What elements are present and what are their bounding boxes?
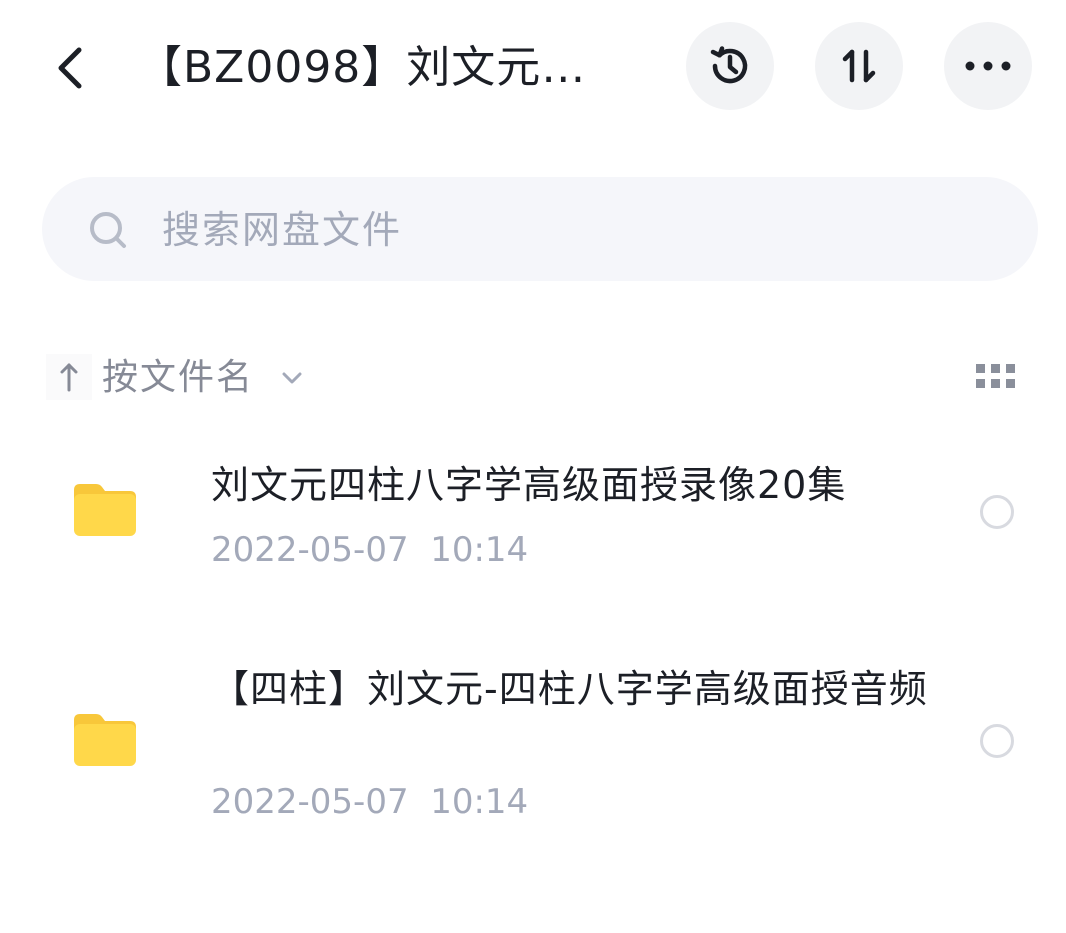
select-checkbox[interactable] (980, 724, 1014, 758)
sort-direction-button[interactable] (46, 354, 92, 400)
select-checkbox[interactable] (980, 495, 1014, 529)
list-item[interactable]: 【四柱】刘文元-四柱八字学高级面授音频 2022-05-07 10:14 (0, 650, 1066, 850)
file-date: 2022-05-07 10:14 (211, 530, 529, 570)
chevron-down-icon[interactable] (280, 366, 304, 390)
more-button[interactable] (944, 22, 1032, 110)
sort-button[interactable] (815, 22, 903, 110)
sort-arrows-icon (842, 49, 876, 83)
search-input[interactable] (160, 199, 984, 261)
arrow-up-icon (60, 363, 78, 392)
history-icon (710, 46, 748, 84)
back-button[interactable] (44, 38, 96, 98)
grid-view-icon[interactable] (972, 362, 1020, 394)
search-icon (90, 212, 126, 248)
folder-icon (74, 714, 136, 766)
chevron-left-icon (58, 47, 82, 89)
file-name: 【四柱】刘文元-四柱八字学高级面授音频 (211, 667, 928, 711)
file-name: 刘文元四柱八字学高级面授录像20集 (211, 463, 847, 507)
folder-icon (74, 484, 136, 536)
history-button[interactable] (686, 22, 774, 110)
list-item[interactable]: 刘文元四柱八字学高级面授录像20集 2022-05-07 10:14 (0, 440, 1066, 600)
file-date: 2022-05-07 10:14 (211, 782, 529, 822)
sort-toolbar: 按文件名 (0, 340, 1066, 416)
sort-by-label[interactable]: 按文件名 (102, 352, 254, 404)
search-bar[interactable] (42, 177, 1038, 281)
more-dots-icon (965, 61, 1011, 71)
top-bar: 【BZ0098】刘文元… (0, 0, 1066, 134)
page-title: 【BZ0098】刘文元… (138, 42, 587, 93)
